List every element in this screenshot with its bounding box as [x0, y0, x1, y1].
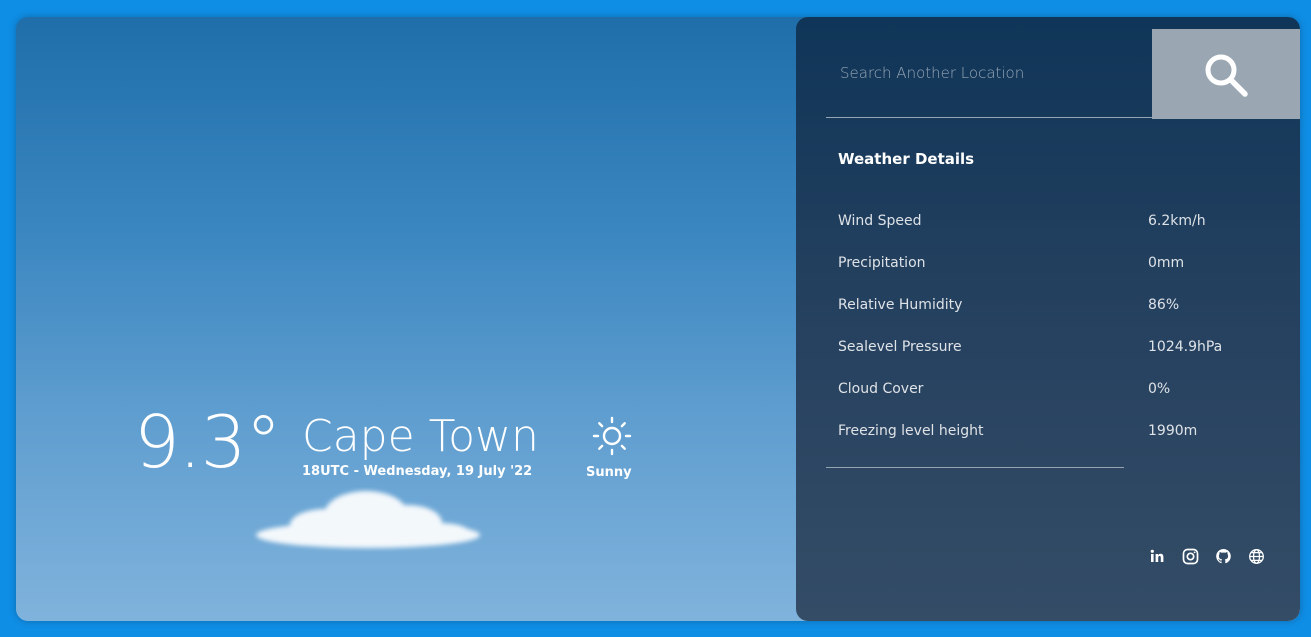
weather-details-title: Weather Details — [838, 150, 975, 168]
detail-row-relative-humidity: Relative Humidity 86% — [838, 297, 1258, 321]
detail-value: 1024.9hPa — [1148, 339, 1223, 355]
detail-label: Wind Speed — [838, 213, 922, 229]
detail-value: 86% — [1148, 297, 1180, 313]
detail-row-precipitation: Precipitation 0mm — [838, 255, 1258, 279]
detail-value: 0% — [1148, 381, 1171, 397]
detail-row-cloud-cover: Cloud Cover 0% — [838, 381, 1258, 405]
github-icon — [1216, 549, 1231, 564]
detail-row-wind-speed: Wind Speed 6.2km/h — [838, 213, 1258, 237]
detail-label: Sealevel Pressure — [838, 339, 962, 355]
detail-row-sealevel-pressure: Sealevel Pressure 1024.9hPa — [838, 339, 1258, 363]
detail-value: 0mm — [1148, 255, 1185, 271]
detail-value: 1990m — [1148, 423, 1198, 439]
search-icon — [1205, 54, 1248, 97]
detail-label: Precipitation — [838, 255, 926, 271]
details-divider — [826, 467, 1124, 468]
instagram-icon — [1182, 548, 1199, 565]
search-input[interactable] — [826, 29, 1152, 118]
temperature: 9.3° — [134, 400, 282, 484]
github-link[interactable] — [1214, 547, 1233, 566]
date-time: 18UTC - Wednesday, 19 July '22 — [302, 464, 533, 479]
sun-icon — [592, 416, 632, 456]
linkedin-icon — [1150, 549, 1164, 562]
city-name: Cape Town — [302, 411, 539, 462]
globe-icon — [1249, 549, 1264, 564]
search-button[interactable] — [1152, 29, 1300, 119]
current-weather: 9.3° Cape Town 18UTC - Wednesday, 19 Jul… — [134, 402, 694, 512]
linkedin-link[interactable] — [1148, 547, 1167, 566]
social-links — [1148, 547, 1266, 569]
website-link[interactable] — [1247, 547, 1266, 566]
detail-label: Freezing level height — [838, 423, 984, 439]
detail-label: Cloud Cover — [838, 381, 924, 397]
condition-label: Sunny — [586, 465, 632, 480]
instagram-link[interactable] — [1181, 547, 1200, 566]
detail-value: 6.2km/h — [1148, 213, 1206, 229]
detail-label: Relative Humidity — [838, 297, 963, 313]
details-panel: Weather Details Wind Speed 6.2km/h Preci… — [796, 17, 1300, 621]
detail-row-freezing-level-height: Freezing level height 1990m — [838, 423, 1258, 447]
weather-app: 9.3° Cape Town 18UTC - Wednesday, 19 Jul… — [16, 17, 1300, 621]
